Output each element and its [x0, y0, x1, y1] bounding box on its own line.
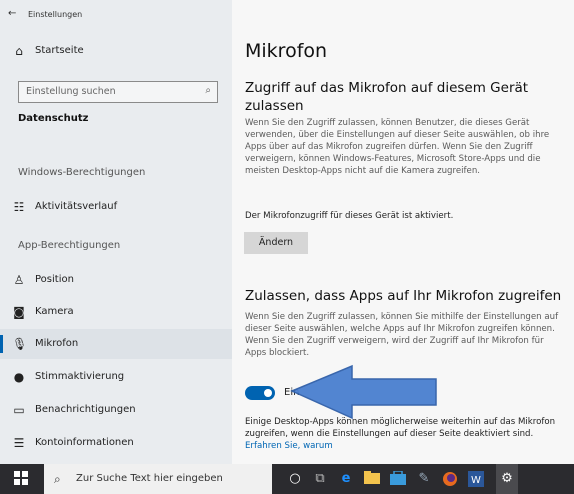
learn-why-link[interactable]: Erfahren Sie, warum — [245, 441, 333, 451]
sidebar-item-account-info[interactable]: ☰ Kontoinformationen — [0, 428, 232, 458]
group-heading-apps: App-Berechtigungen — [18, 240, 121, 251]
page-title: Mikrofon — [245, 40, 328, 62]
start-windows-icon[interactable] — [13, 471, 29, 487]
search-icon: ⌕ — [54, 472, 61, 486]
sidebar-item-label: Aktivitätsverlauf — [35, 201, 118, 212]
section-description-device-access: Wenn Sie den Zugriff zulassen, können Be… — [245, 118, 550, 176]
home-icon: ⌂ — [15, 44, 23, 58]
back-arrow-icon[interactable]: ← — [8, 8, 16, 19]
sidebar-item-home[interactable]: ⌂ Startseite — [0, 36, 232, 66]
voice-icon: ● — [13, 370, 25, 384]
settings-search-input[interactable]: Einstellung suchen ⌕ — [18, 81, 218, 103]
sidebar-item-label: Benachrichtigungen — [35, 404, 136, 415]
sidebar-item-microphone[interactable]: 🎙︎ Mikrofon — [0, 329, 232, 359]
notification-icon: ▭ — [13, 403, 25, 417]
sidebar-item-activity[interactable]: ☷ Aktivitätsverlauf — [0, 192, 232, 222]
toggle-knob — [264, 389, 272, 397]
activity-icon: ☷ — [13, 200, 25, 214]
svg-text:W: W — [471, 475, 481, 486]
edge-browser-icon[interactable]: e — [338, 471, 354, 487]
device-access-status: Der Mikrofonzugriff für dieses Gerät ist… — [245, 211, 454, 221]
taskbar-search-box[interactable]: ⌕ Zur Suche Text hier eingeben — [44, 464, 272, 494]
window-title: Einstellungen — [28, 10, 83, 19]
section-heading-app-access: Zulassen, dass Apps auf Ihr Mikrofon zug… — [245, 288, 562, 304]
sidebar-item-notifications[interactable]: ▭ Benachrichtigungen — [0, 395, 232, 425]
task-view-icon[interactable]: ⧉ — [312, 471, 328, 487]
sidebar-item-label: Mikrofon — [35, 338, 79, 349]
sidebar-item-label: Kontoinformationen — [35, 437, 134, 448]
camera-icon: ◙ — [13, 305, 25, 319]
word-icon[interactable]: W — [468, 471, 484, 487]
microphone-icon: 🎙︎ — [12, 337, 28, 351]
firefox-icon[interactable] — [442, 471, 458, 487]
app-icon[interactable]: ✎ — [416, 471, 432, 487]
taskbar: ⌕ Zur Suche Text hier eingeben ○ ⧉ e ✎ W… — [0, 464, 574, 494]
sidebar-item-label: Position — [35, 274, 74, 285]
account-info-icon: ☰ — [13, 436, 25, 450]
file-explorer-icon[interactable] — [364, 471, 380, 487]
search-icon: ⌕ — [205, 85, 211, 96]
sidebar-item-label: Stimmaktivierung — [35, 371, 125, 382]
app-access-toggle[interactable] — [245, 386, 275, 400]
section-description-app-access: Wenn Sie den Zugriff zulassen, können Si… — [245, 312, 559, 358]
taskbar-search-placeholder: Zur Suche Text hier eingeben — [76, 473, 223, 484]
group-heading-windows: Windows-Berechtigungen — [18, 167, 146, 178]
desktop-apps-note: Einige Desktop-Apps können möglicherweis… — [245, 416, 565, 452]
sidebar-item-voice-activation[interactable]: ● Stimmaktivierung — [0, 362, 232, 392]
sidebar-item-label: Kamera — [35, 306, 74, 317]
store-icon[interactable] — [390, 470, 406, 487]
settings-app-icon[interactable]: ⚙ — [496, 464, 518, 494]
sidebar-item-camera[interactable]: ◙ Kamera — [0, 297, 232, 327]
section-heading-device-access: Zugriff auf das Mikrofon auf diesem Gerä… — [245, 80, 529, 114]
category-heading: Datenschutz — [18, 113, 89, 124]
toggle-label: Ein — [284, 387, 300, 398]
desktop-apps-note-text: Einige Desktop-Apps können möglicherweis… — [245, 417, 556, 439]
sidebar-item-label: Startseite — [35, 45, 84, 56]
sidebar-item-position[interactable]: ♙ Position — [0, 265, 232, 295]
search-placeholder: Einstellung suchen — [26, 86, 116, 97]
title-bar: ← Einstellungen — [0, 0, 232, 30]
settings-sidebar: ← Einstellungen ⌂ Startseite Einstellung… — [0, 0, 232, 464]
cortana-icon[interactable]: ○ — [287, 471, 303, 487]
location-icon: ♙ — [13, 273, 25, 287]
change-button[interactable]: Ändern — [244, 232, 308, 254]
